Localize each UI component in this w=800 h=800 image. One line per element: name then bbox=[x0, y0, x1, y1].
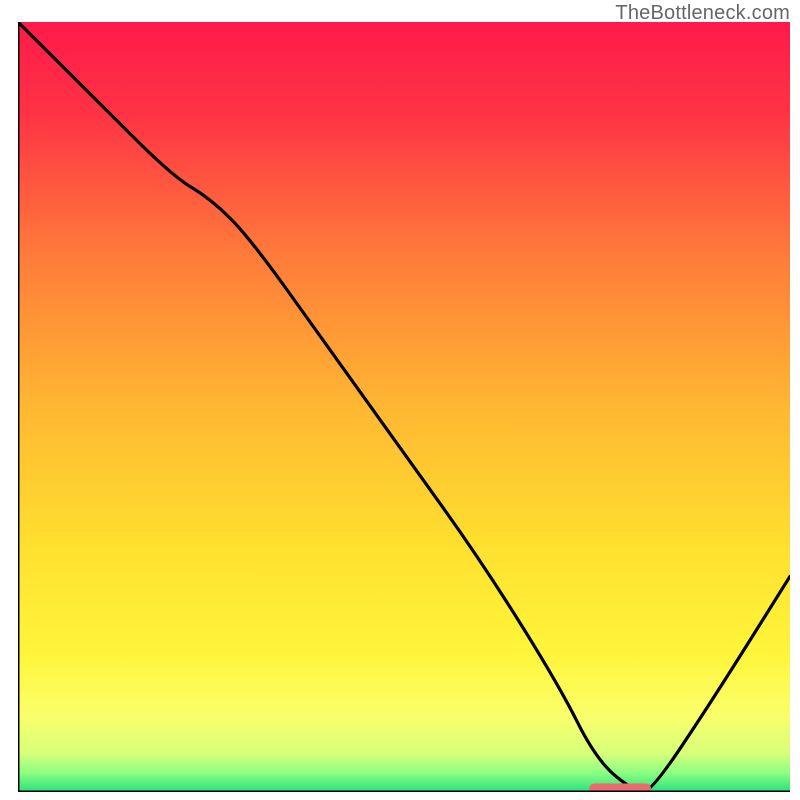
chart-frame: TheBottleneck.com bbox=[0, 0, 800, 800]
bottleneck-plot bbox=[18, 22, 790, 792]
